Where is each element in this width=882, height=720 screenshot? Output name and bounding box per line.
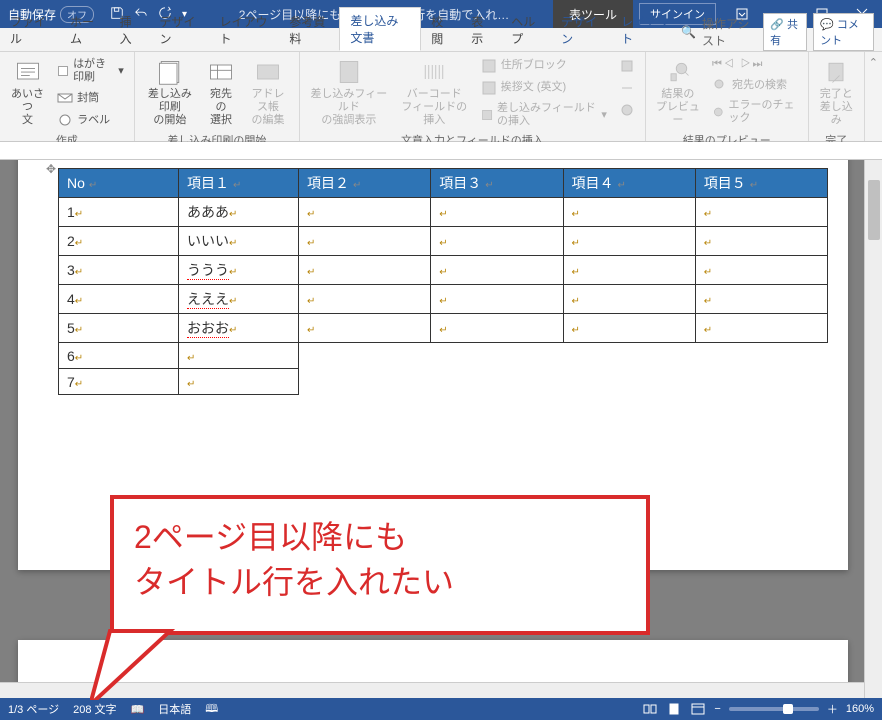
tab-layout[interactable]: レイアウト (209, 9, 279, 51)
aisatsu-button[interactable]: あいさつ 文 (8, 56, 47, 130)
tab-references[interactable]: 参考資料 (279, 9, 339, 51)
status-bar: 1/3 ページ 208 文字 📖 日本語 🕮 − ＋ 160% (0, 698, 882, 720)
th-4: 項目４↵ (563, 169, 695, 198)
fuutou-button[interactable]: 封筒 (55, 88, 126, 108)
greeting-line-button: 挨拶文 (英文) (479, 78, 609, 98)
table-row: 5↵おおお↵↵↵↵↵ (59, 314, 828, 343)
preview-results-button: 結果の プレビュー (654, 56, 702, 130)
page-indicator[interactable]: 1/3 ページ (8, 701, 59, 717)
label-button[interactable]: ラベル (55, 110, 126, 130)
th-no: No↵ (59, 169, 179, 198)
callout-pointer-icon (90, 625, 210, 700)
zoom-level[interactable]: 160% (846, 703, 874, 715)
update-labels-button (617, 100, 637, 120)
rules-button (617, 56, 637, 76)
zoom-in-icon[interactable]: ＋ (827, 701, 838, 717)
share-button[interactable]: 🔗 共有 (763, 13, 807, 51)
highlight-fields-button: 差し込みフィールド の強調表示 (308, 56, 390, 130)
table-page1[interactable]: No↵ 項目１↵ 項目２↵ 項目３↵ 項目４↵ 項目５↵ 1↵あああ↵↵↵↵↵ … (58, 168, 828, 395)
th-2: 項目２↵ (299, 169, 431, 198)
tab-design[interactable]: デザイン (150, 9, 210, 51)
tab-mailings[interactable]: 差し込み文書 (339, 7, 421, 51)
callout-line2: タイトル行を入れたい (134, 560, 626, 605)
table-anchor-icon[interactable]: ✥ (46, 162, 56, 176)
spellcheck-icon[interactable]: 📖 (131, 703, 145, 716)
callout-line1: 2ページ目以降にも (134, 515, 626, 560)
vertical-scrollbar[interactable] (864, 160, 882, 700)
find-recipient-button: 宛先の検索 (710, 75, 800, 95)
tab-table-design[interactable]: デザイン (551, 9, 611, 51)
ribbon: あいさつ 文 はがき印刷 ▾ 封筒 ラベル 作成 差し込み印刷 の開始 宛先の … (0, 52, 882, 142)
hagaki-button[interactable]: はがき印刷 ▾ (55, 56, 126, 86)
tab-help[interactable]: ヘルプ (501, 9, 551, 51)
ruler[interactable] (0, 142, 882, 160)
tab-review[interactable]: 校閲 (421, 9, 461, 51)
tell-me-label[interactable]: 操作アシスト (702, 15, 757, 49)
select-recipients-button[interactable]: 宛先の 選択 (205, 56, 237, 130)
comment-button[interactable]: 💬 コメント (813, 13, 874, 51)
tab-table-layout[interactable]: レイアウト (611, 9, 681, 51)
table-row: 3↵ううう↵↵↵↵↵ (59, 256, 828, 285)
tab-file[interactable]: ファイル (0, 9, 60, 51)
table-row: 6↵↵ (59, 343, 828, 369)
check-errors-button: エラーのチェック (710, 97, 800, 127)
barcode-button: バーコード フィールドの挿入 (398, 56, 471, 130)
group-preview: 結果の プレビュー ⏮◁ ▷⏭ 宛先の検索 エラーのチェック 結果のプレビュー (646, 52, 809, 141)
table-header-row[interactable]: No↵ 項目１↵ 項目２↵ 項目３↵ 項目４↵ 項目５↵ (59, 169, 828, 198)
word-count[interactable]: 208 文字 (73, 701, 116, 717)
finish-merge-button: 完了と 差し込み (817, 56, 856, 130)
ribbon-tabs: ファイル ホーム 挿入 デザイン レイアウト 参考資料 差し込み文書 校閲 表示… (0, 28, 882, 52)
document-area[interactable]: ✥ No↵ 項目１↵ 項目２↵ 項目３↵ 項目４↵ 項目５↵ 1↵あああ↵↵↵↵… (0, 160, 882, 700)
web-layout-icon[interactable] (690, 701, 706, 717)
tab-insert[interactable]: 挿入 (110, 9, 150, 51)
tab-home[interactable]: ホーム (60, 9, 110, 51)
th-5: 項目５↵ (695, 169, 827, 198)
table-row: 2↵いいい↵↵↵↵↵ (59, 227, 828, 256)
group-start-mailmerge: 差し込み印刷 の開始 宛先の 選択 アドレス帳 の編集 差し込み印刷の開始 (135, 52, 300, 141)
nav-buttons: ⏮◁ ▷⏭ (710, 56, 800, 73)
zoom-slider[interactable] (729, 707, 819, 711)
edit-recipients-button: アドレス帳 の編集 (245, 56, 291, 130)
address-block-button: 住所ブロック (479, 56, 609, 76)
callout: 2ページ目以降にも タイトル行を入れたい (110, 495, 650, 635)
zoom-out-icon[interactable]: − (714, 703, 720, 715)
search-icon: 🔍 (681, 25, 696, 39)
collapse-ribbon-icon[interactable]: ⌃ (865, 52, 882, 141)
group-create: あいさつ 文 はがき印刷 ▾ 封筒 ラベル 作成 (0, 52, 135, 141)
accessibility-icon[interactable]: 🕮 (205, 700, 218, 719)
table-row: 4↵えええ↵↵↵↵↵ (59, 285, 828, 314)
insert-merge-field-button: 差し込みフィールドの挿入 ▾ (479, 100, 609, 130)
tab-view[interactable]: 表示 (461, 9, 501, 51)
read-mode-icon[interactable] (642, 701, 658, 717)
start-mailmerge-button[interactable]: 差し込み印刷 の開始 (143, 56, 197, 130)
table-row: 7↵↵ (59, 369, 828, 395)
match-fields-button (617, 78, 637, 98)
th-3: 項目３↵ (431, 169, 563, 198)
th-1: 項目１↵ (179, 169, 299, 198)
print-layout-icon[interactable] (666, 701, 682, 717)
callout-box: 2ページ目以降にも タイトル行を入れたい (110, 495, 650, 635)
group-finish: 完了と 差し込み 完了 (809, 52, 865, 141)
table-row: 1↵あああ↵↵↵↵↵ (59, 198, 828, 227)
group-write-fields: 差し込みフィールド の強調表示 バーコード フィールドの挿入 住所ブロック 挨拶… (300, 52, 646, 141)
language-indicator[interactable]: 日本語 (158, 701, 191, 717)
